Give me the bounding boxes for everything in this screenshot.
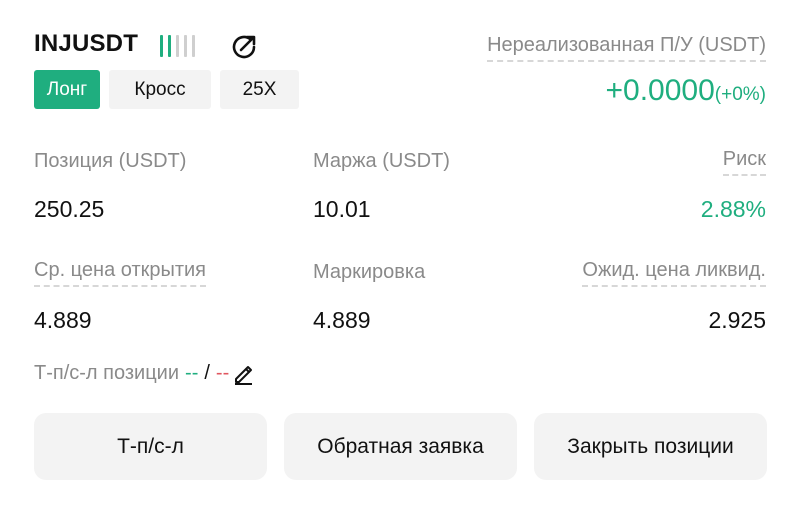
take-profit-value: --	[185, 362, 199, 384]
position-value: 250.25	[34, 196, 105, 222]
entry-price-value: 4.889	[34, 307, 92, 333]
stop-loss-value: --	[215, 362, 230, 384]
mark-price-label: Маркировка	[313, 261, 426, 283]
mark-price-value: 4.889	[313, 307, 371, 333]
risk-value: 2.88%	[700, 196, 766, 222]
liquidation-price-value: 2.925	[708, 307, 766, 333]
margin-mode-badge[interactable]: Кросс	[109, 70, 211, 109]
side-badge: Лонг	[34, 70, 100, 109]
edit-icon[interactable]	[232, 363, 254, 385]
position-tpsl-row: Т-п/с-л позиции -- / --	[34, 362, 254, 385]
liquidation-price-label[interactable]: Ожид. цена ликвид.	[582, 259, 766, 287]
symbol-title: INJUSDT	[34, 30, 139, 57]
margin-label: Маржа (USDT)	[313, 150, 450, 172]
unrealized-pnl-label[interactable]: Нереализованная П/У (USDT)	[487, 34, 766, 62]
close-position-button[interactable]: Закрыть позиции	[534, 413, 767, 480]
entry-price-label[interactable]: Ср. цена открытия	[34, 259, 207, 287]
risk-label[interactable]: Риск	[722, 148, 766, 176]
unrealized-pnl-value: +0.0000(+0%)	[606, 74, 767, 108]
signal-bars-icon	[160, 35, 195, 57]
share-icon[interactable]	[228, 31, 260, 63]
unrealized-pnl-percent: (+0%)	[714, 84, 766, 105]
reverse-order-button[interactable]: Обратная заявка	[284, 413, 517, 480]
position-tpsl-label: Т-п/с-л позиции	[34, 362, 180, 384]
tpsl-button[interactable]: Т-п/с-л	[34, 413, 267, 480]
margin-value: 10.01	[313, 196, 371, 222]
unrealized-pnl-amount: +0.0000	[605, 74, 715, 107]
position-label: Позиция (USDT)	[34, 150, 187, 172]
tpsl-separator: /	[204, 362, 210, 384]
leverage-badge[interactable]: 25X	[220, 70, 299, 109]
